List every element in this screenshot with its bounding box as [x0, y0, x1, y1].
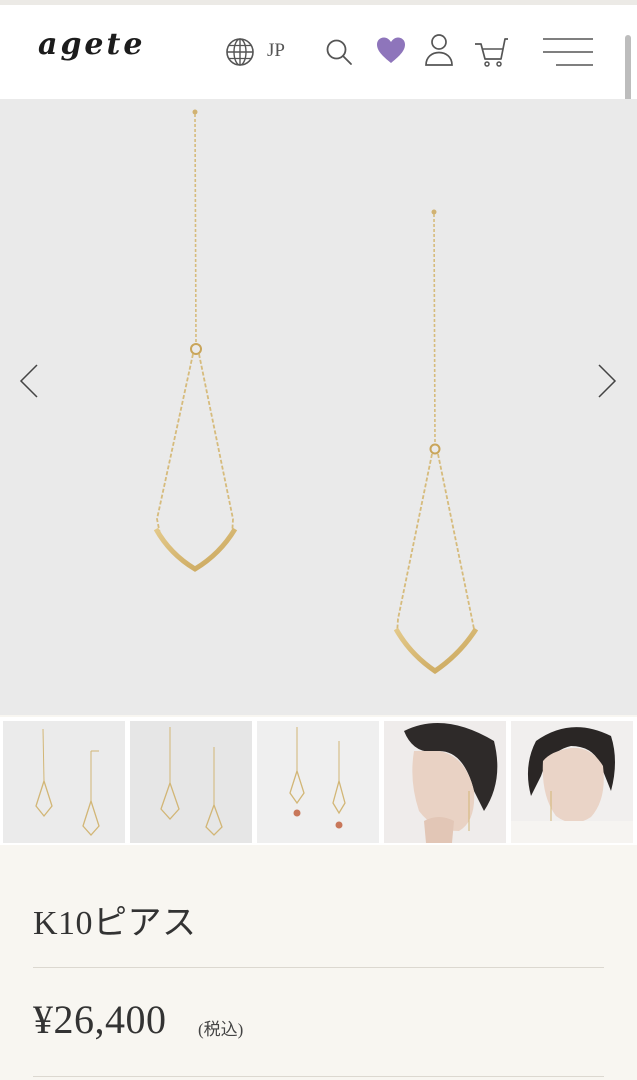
- thumbnail-strip: [0, 717, 637, 845]
- thumb-earrings-pair-2[interactable]: [130, 721, 252, 843]
- thumb-model-front[interactable]: [511, 721, 633, 843]
- thumb-earrings-stone[interactable]: [257, 721, 379, 843]
- search-icon[interactable]: [323, 36, 355, 68]
- menu-icon[interactable]: [542, 35, 594, 69]
- language-label[interactable]: JP: [267, 40, 285, 62]
- thumb-earrings-pair-1[interactable]: [3, 721, 125, 843]
- site-header: agete JP: [0, 0, 637, 193]
- product-image-carousel[interactable]: [0, 99, 637, 715]
- product-page: agete JP K10ピアス ¥26,400 (税込): [0, 0, 637, 1080]
- cart-icon[interactable]: [473, 33, 509, 69]
- heart-icon[interactable]: [375, 35, 407, 67]
- next-image-button[interactable]: [592, 361, 622, 401]
- divider: [33, 1076, 604, 1077]
- divider: [33, 967, 604, 968]
- main-product-image: [0, 99, 637, 715]
- product-title: K10ピアス: [33, 905, 197, 942]
- account-icon[interactable]: [423, 32, 455, 68]
- chevron-right-icon: [598, 364, 617, 398]
- brand-logo[interactable]: agete: [38, 27, 145, 62]
- prev-image-button[interactable]: [14, 361, 44, 401]
- chevron-left-icon: [19, 364, 38, 398]
- tax-note: (税込): [198, 1020, 244, 1039]
- globe-icon[interactable]: [224, 36, 256, 68]
- thumb-model-profile[interactable]: [384, 721, 506, 843]
- product-price: ¥26,400: [33, 997, 167, 1042]
